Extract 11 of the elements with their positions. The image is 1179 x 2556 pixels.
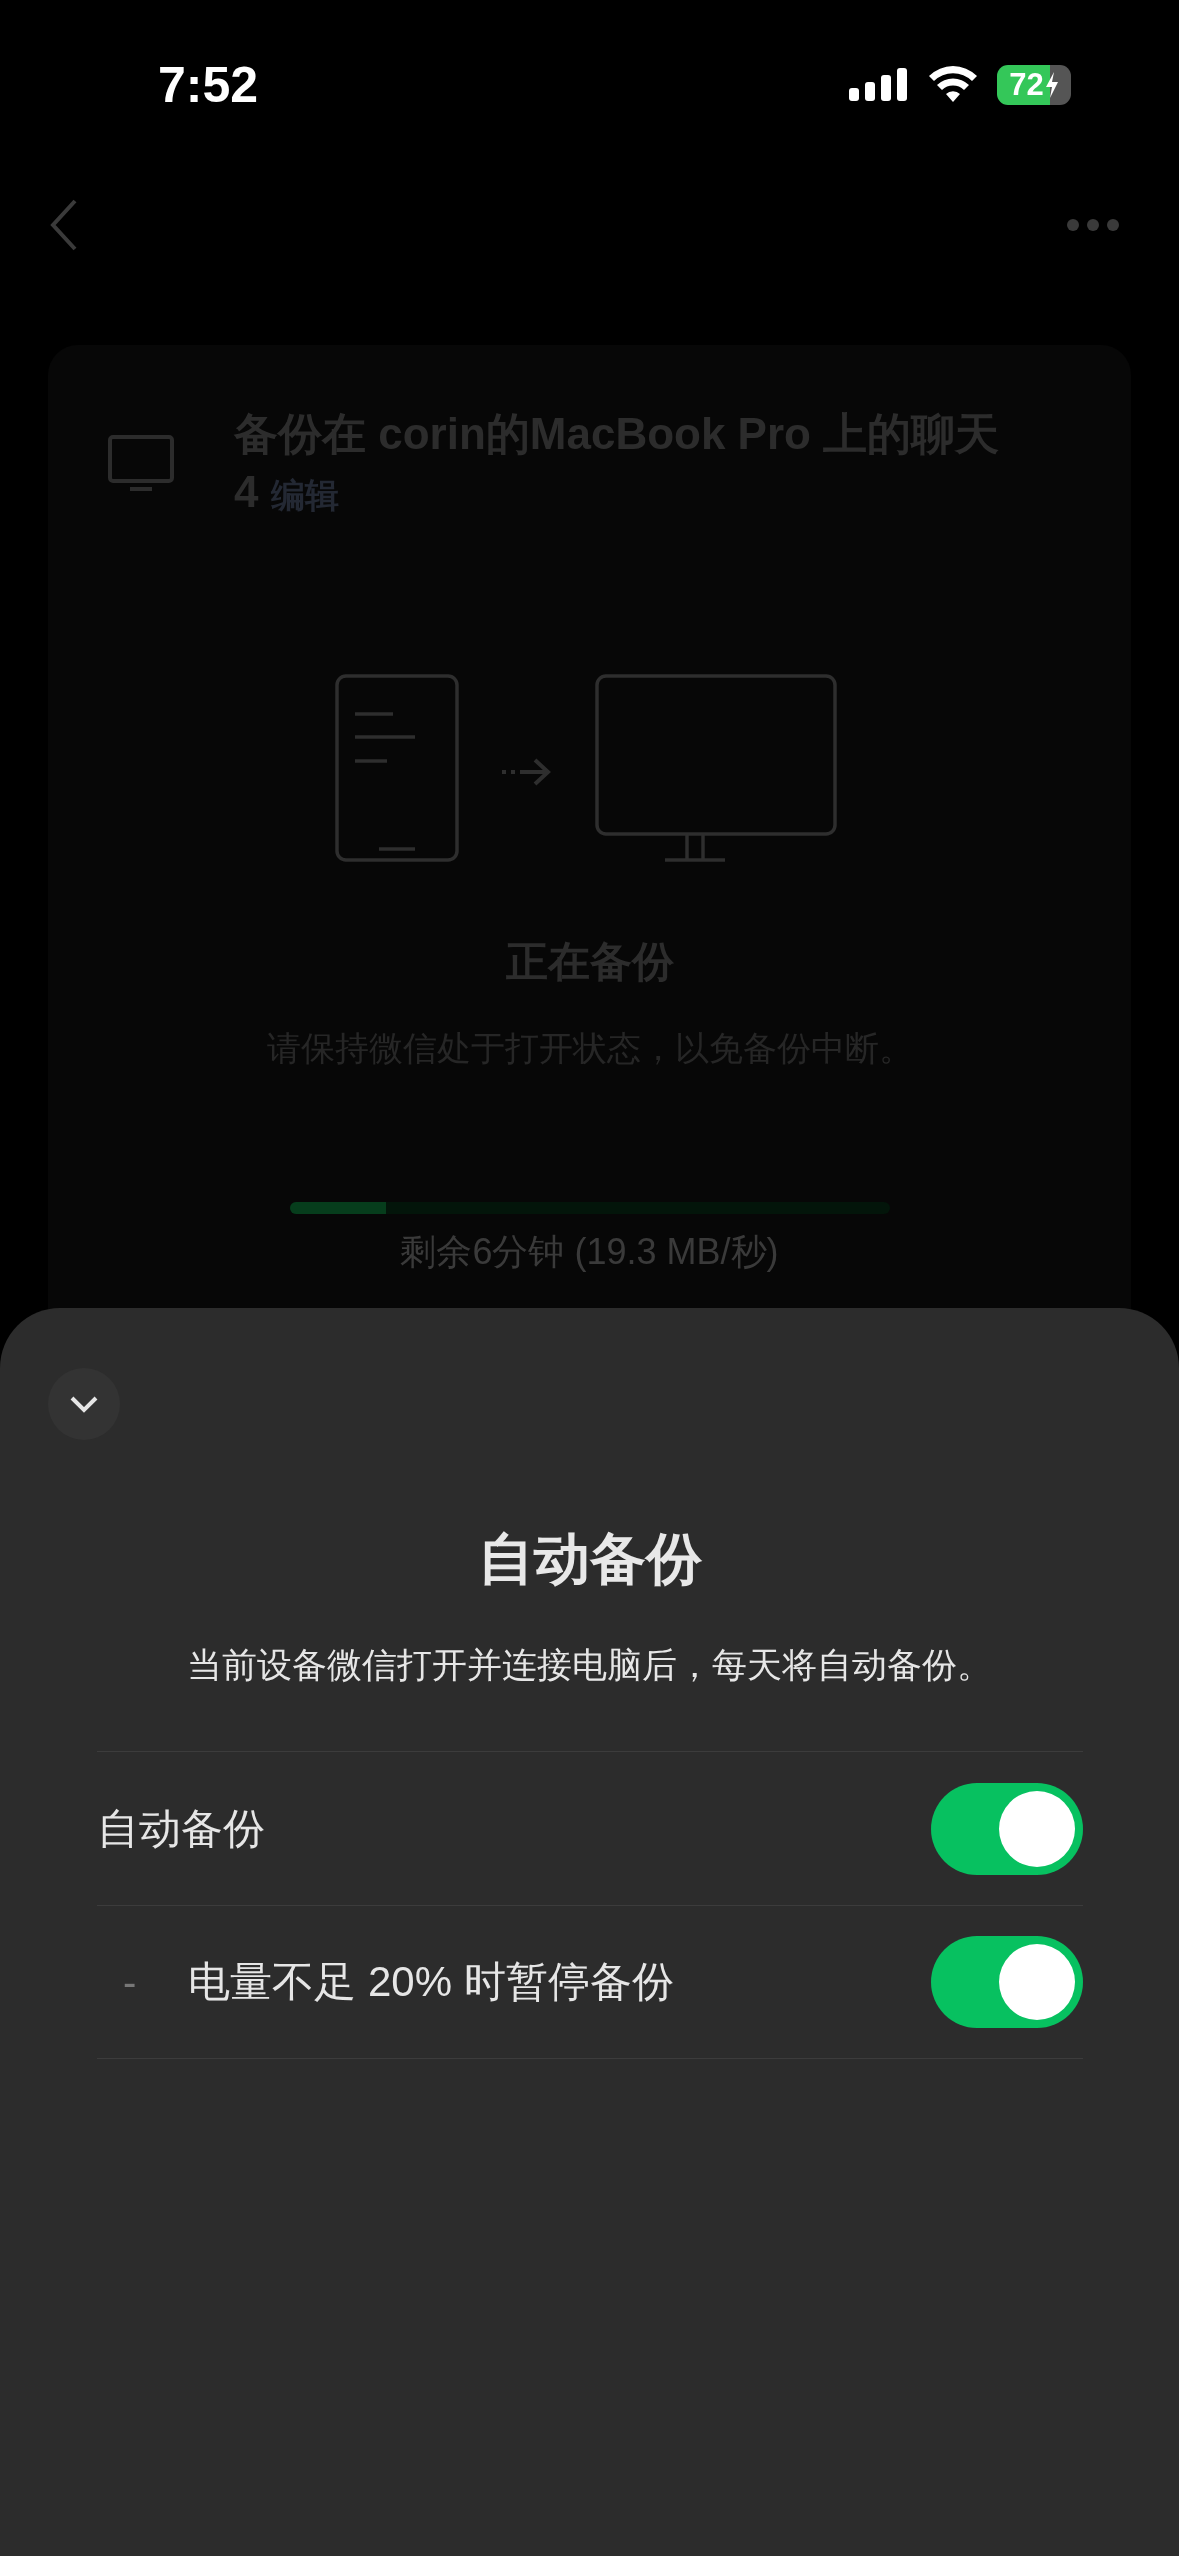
sheet-title: 自动备份	[476, 1526, 703, 1592]
chevron-down-icon	[69, 1395, 99, 1413]
monitor-icon	[108, 435, 174, 491]
wifi-icon	[927, 66, 979, 104]
status-time: 7:52	[158, 56, 259, 114]
setting-label: 电量不足 20% 时暂停备份	[188, 1957, 675, 2007]
signal-icon	[849, 68, 909, 102]
battery-icon: 72	[997, 65, 1071, 105]
bullet-marker: -	[123, 1959, 137, 2005]
sheet-description: 当前设备微信打开并连接电脑后，每天将自动备份。	[186, 1644, 993, 1686]
setting-label: 自动备份	[97, 1803, 266, 1854]
